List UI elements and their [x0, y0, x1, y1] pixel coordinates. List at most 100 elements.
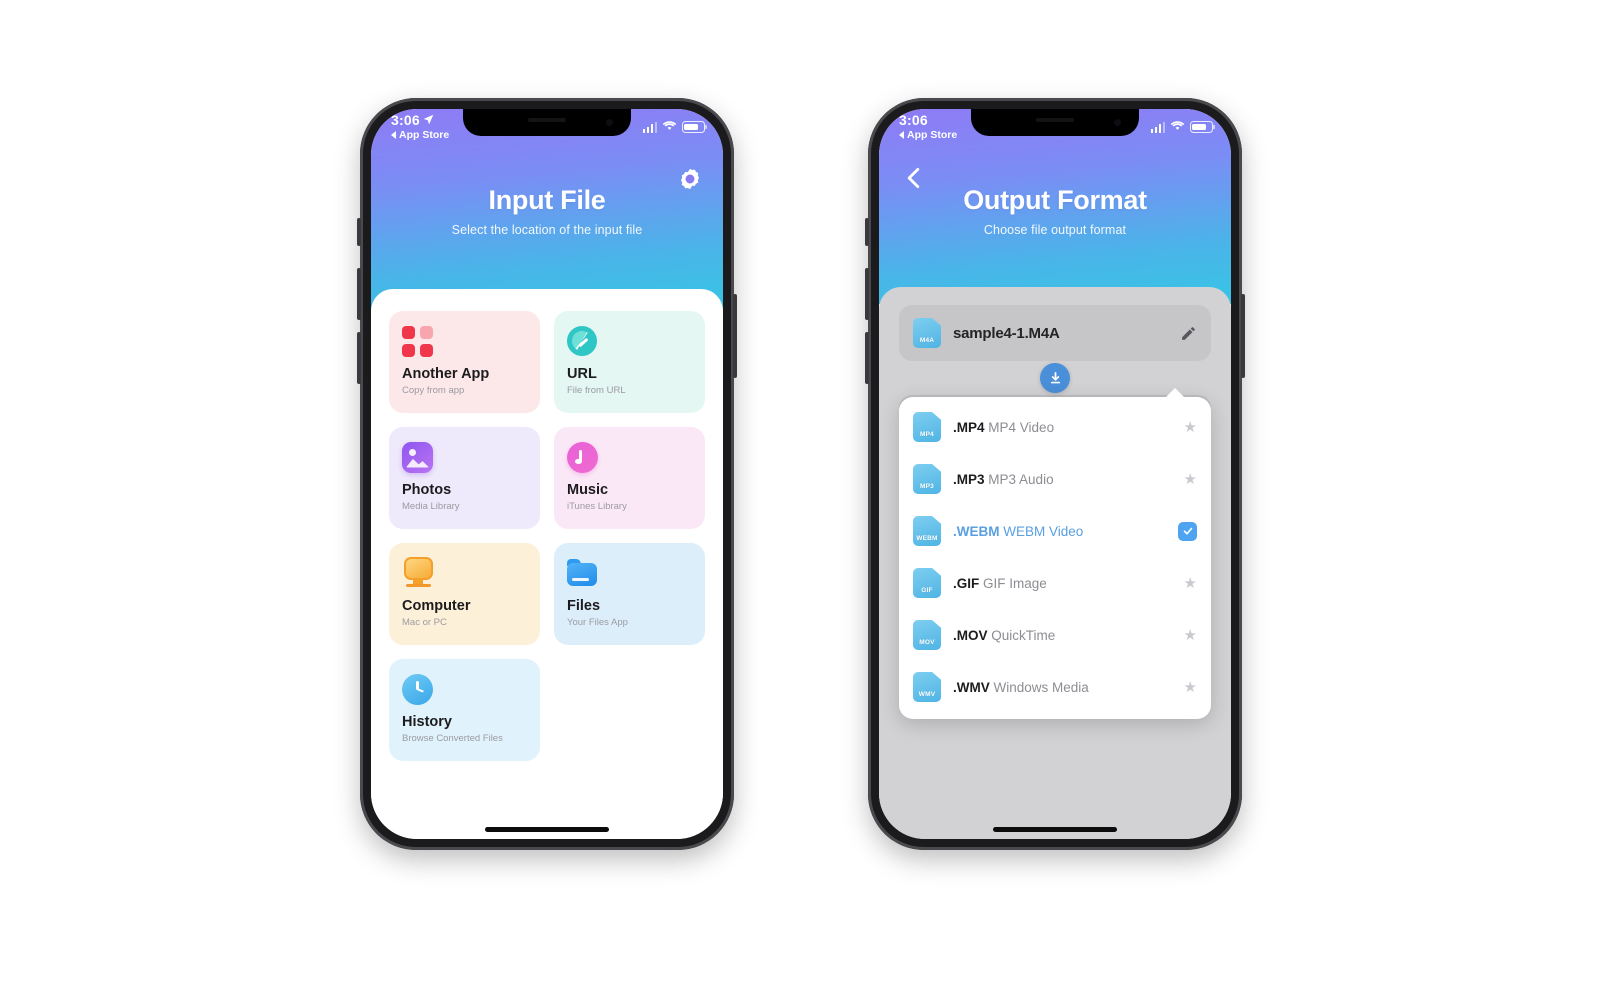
- screenshot-stage: 3:06 App Store Input File Select the loc…: [0, 0, 1600, 1000]
- format-option-label: .WMV Windows Media: [953, 680, 1089, 695]
- card-title: History: [402, 714, 452, 730]
- card-title: Music: [567, 482, 609, 498]
- card-another-app[interactable]: Another App Copy from app: [389, 311, 540, 413]
- format-option-label: .MP4 MP4 Video: [953, 420, 1054, 435]
- format-extension: .GIF: [953, 575, 980, 591]
- file-badge-label: WEBM: [916, 535, 938, 542]
- file-type-badge-icon: MOV: [913, 620, 941, 650]
- format-description: WEBM Video: [1003, 523, 1084, 539]
- star-icon[interactable]: ★: [1184, 678, 1197, 696]
- format-option-wmv[interactable]: WMV .WMV Windows Media ★: [899, 661, 1211, 713]
- input-file-row[interactable]: M4A sample4-1.M4A: [899, 305, 1211, 361]
- format-option-mp4[interactable]: MP4 .MP4 MP4 Video ★: [899, 401, 1211, 453]
- music-note-icon: [567, 439, 692, 475]
- star-icon[interactable]: ★: [1184, 470, 1197, 488]
- format-description: GIF Image: [983, 575, 1047, 591]
- page-subtitle: Select the location of the input file: [451, 223, 643, 237]
- format-option-label: .WEBM WEBM Video: [953, 524, 1083, 539]
- format-description: QuickTime: [991, 627, 1056, 643]
- power-button[interactable]: [1241, 294, 1245, 378]
- card-title: Another App: [402, 366, 490, 382]
- file-badge-label: WMV: [918, 691, 936, 698]
- power-button[interactable]: [733, 294, 737, 378]
- card-subtitle: Browse Converted Files: [402, 733, 503, 744]
- notch: [971, 109, 1139, 136]
- file-type-badge-icon: MP4: [913, 412, 941, 442]
- format-option-gif[interactable]: GIF .GIF GIF Image ★: [899, 557, 1211, 609]
- format-description: MP3 Audio: [988, 471, 1054, 487]
- volume-down-button[interactable]: [865, 332, 869, 384]
- earpiece-speaker: [1036, 118, 1074, 122]
- file-badge-label: GIF: [921, 587, 933, 594]
- input-file-name: sample4-1.M4A: [953, 324, 1060, 342]
- checkbox-checked-icon[interactable]: [1178, 521, 1197, 541]
- screen-input-file: 3:06 App Store Input File Select the loc…: [371, 109, 723, 839]
- card-title: URL: [567, 366, 597, 382]
- earpiece-speaker: [528, 118, 566, 122]
- home-indicator[interactable]: [993, 827, 1117, 832]
- format-dropdown: MP4 .MP4 MP4 Video ★ MP3 .MP3 MP3 Audio: [899, 388, 1211, 719]
- link-icon: [567, 323, 692, 359]
- silent-switch[interactable]: [865, 218, 869, 246]
- monitor-icon: [402, 555, 527, 591]
- format-option-mp3[interactable]: MP3 .MP3 MP3 Audio ★: [899, 453, 1211, 505]
- card-subtitle: File from URL: [567, 385, 626, 396]
- file-type-badge-icon: GIF: [913, 568, 941, 598]
- star-icon[interactable]: ★: [1184, 418, 1197, 436]
- page-title: Input File: [488, 185, 606, 215]
- card-title: Files: [567, 598, 601, 614]
- phone-left: 3:06 App Store Input File Select the loc…: [357, 98, 737, 850]
- folder-icon: [567, 555, 692, 591]
- chevron-left-icon[interactable]: [901, 165, 927, 191]
- card-files[interactable]: Files Your Files App: [554, 543, 705, 645]
- pencil-icon[interactable]: [1180, 325, 1197, 342]
- notch: [463, 109, 631, 136]
- volume-up-button[interactable]: [357, 268, 361, 320]
- format-option-label: .GIF GIF Image: [953, 576, 1047, 591]
- card-history[interactable]: History Browse Converted Files: [389, 659, 540, 761]
- card-photos[interactable]: Photos Media Library: [389, 427, 540, 529]
- file-type-badge-icon: M4A: [913, 318, 941, 348]
- silent-switch[interactable]: [357, 218, 361, 246]
- card-subtitle: Media Library: [402, 501, 460, 512]
- volume-down-button[interactable]: [357, 332, 361, 384]
- format-extension: .WMV: [953, 679, 990, 695]
- page-subtitle: Choose file output format: [983, 223, 1127, 237]
- card-subtitle: Mac or PC: [402, 617, 447, 628]
- card-title: Computer: [402, 598, 471, 614]
- file-type-badge-icon: WMV: [913, 672, 941, 702]
- gear-icon[interactable]: [677, 166, 703, 192]
- format-option-mov[interactable]: MOV .MOV QuickTime ★: [899, 609, 1211, 661]
- star-icon[interactable]: ★: [1184, 574, 1197, 592]
- header-output-format: Output Format Choose file output format: [879, 109, 1231, 304]
- file-badge-label: MP4: [920, 431, 934, 438]
- header-input-file: Input File Select the location of the in…: [371, 109, 723, 309]
- card-computer[interactable]: Computer Mac or PC: [389, 543, 540, 645]
- card-url[interactable]: URL File from URL: [554, 311, 705, 413]
- input-source-grid: Another App Copy from app URL File from …: [389, 311, 705, 761]
- file-badge-label: MP3: [920, 483, 934, 490]
- format-extension: .MP4: [953, 419, 985, 435]
- card-music[interactable]: Music iTunes Library: [554, 427, 705, 529]
- screen-output-format: 3:06 App Store Output Format Choose file…: [879, 109, 1231, 839]
- format-option-webm[interactable]: WEBM .WEBM WEBM Video: [899, 505, 1211, 557]
- front-camera: [606, 119, 613, 126]
- format-extension: .WEBM: [953, 523, 1000, 539]
- card-subtitle: Your Files App: [567, 617, 628, 628]
- clock-icon: [402, 671, 527, 707]
- volume-up-button[interactable]: [865, 268, 869, 320]
- format-option-label: .MP3 MP3 Audio: [953, 472, 1054, 487]
- card-subtitle: iTunes Library: [567, 501, 627, 512]
- input-source-sheet: Another App Copy from app URL File from …: [371, 289, 723, 839]
- file-type-badge-icon: WEBM: [913, 516, 941, 546]
- format-extension: .MOV: [953, 627, 988, 643]
- app-grid-icon: [402, 323, 527, 359]
- front-camera: [1114, 119, 1121, 126]
- format-option-label: .MOV QuickTime: [953, 628, 1055, 643]
- star-icon[interactable]: ★: [1184, 626, 1197, 644]
- page-title: Output Format: [963, 185, 1147, 215]
- home-indicator[interactable]: [485, 827, 609, 832]
- download-arrow-icon[interactable]: [1040, 363, 1070, 393]
- file-badge-label: MOV: [919, 639, 935, 646]
- card-subtitle: Copy from app: [402, 385, 465, 396]
